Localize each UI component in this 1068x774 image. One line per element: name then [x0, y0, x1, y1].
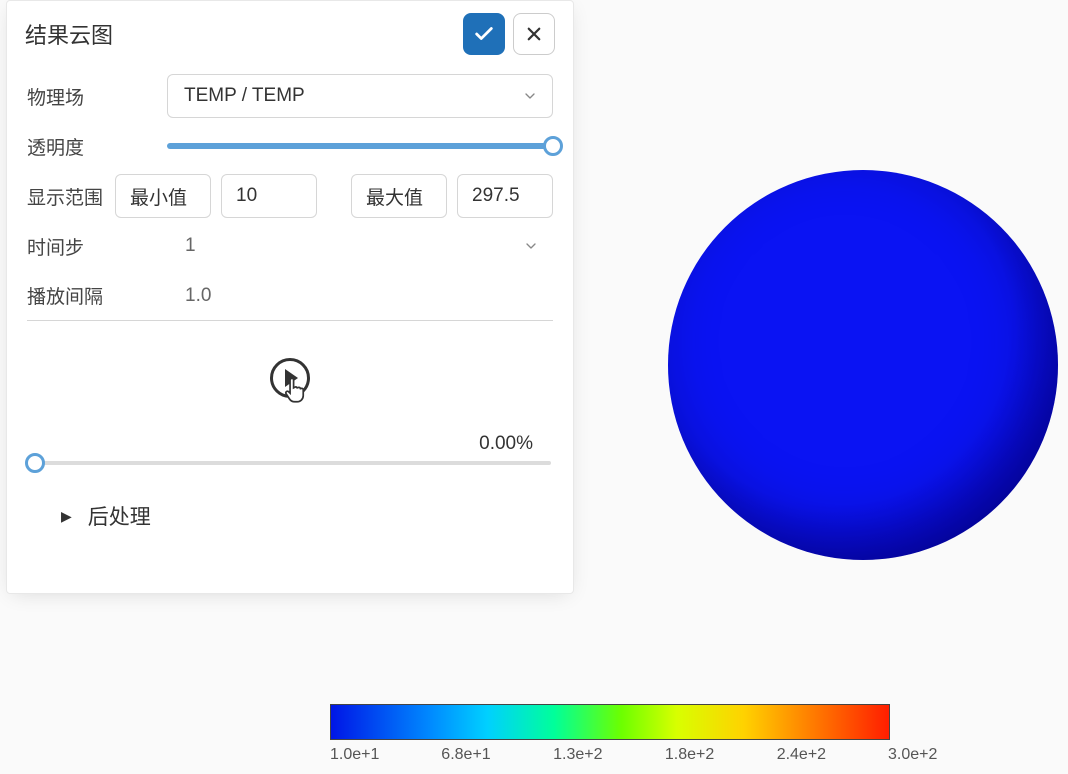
- check-icon: [473, 23, 495, 45]
- chevron-down-icon: [523, 238, 539, 254]
- field-select-value: TEMP / TEMP: [184, 85, 305, 107]
- interval-row: 播放间隔 1.0: [27, 271, 553, 321]
- field-row: 物理场 TEMP / TEMP: [27, 71, 553, 121]
- play-row: 0.00%: [27, 349, 553, 407]
- colorbar-tick: 1.3e+2: [553, 746, 554, 764]
- close-button[interactable]: [513, 13, 555, 55]
- postprocessing-tree-item[interactable]: ▶ 后处理: [27, 501, 553, 531]
- play-icon: [285, 369, 298, 387]
- max-value-input[interactable]: [457, 174, 553, 218]
- timestep-row: 时间步 1: [27, 221, 553, 271]
- colorbar-tick: 1.8e+2: [665, 746, 666, 764]
- range-label: 显示范围: [27, 183, 115, 210]
- transparency-label: 透明度: [27, 133, 167, 160]
- progress-percent: 0.00%: [479, 433, 533, 455]
- close-icon: [525, 25, 543, 43]
- max-label-box: 最大值: [351, 174, 447, 218]
- timestep-select[interactable]: 1: [167, 224, 553, 268]
- min-value-input[interactable]: [221, 174, 317, 218]
- colorbar-gradient: [330, 704, 890, 740]
- transparency-row: 透明度: [27, 121, 553, 171]
- panel-title: 结果云图: [25, 18, 455, 50]
- min-label-box: 最小值: [115, 174, 211, 218]
- interval-label: 播放间隔: [27, 282, 167, 309]
- interval-value[interactable]: 1.0: [167, 285, 553, 307]
- confirm-button[interactable]: [463, 13, 505, 55]
- colorbar-tick: 3.0e+2: [888, 746, 889, 764]
- caret-right-icon: ▶: [61, 508, 72, 525]
- colorbar-tick: 1.0e+1: [330, 746, 331, 764]
- colorbar-tick: 6.8e+1: [441, 746, 442, 764]
- transparency-slider-thumb[interactable]: [543, 136, 563, 156]
- result-viewer[interactable]: [590, 0, 1068, 644]
- result-sphere: [668, 170, 1058, 560]
- timestep-value: 1: [185, 235, 196, 257]
- transparency-slider[interactable]: [167, 143, 553, 149]
- chevron-down-icon: [522, 88, 538, 104]
- progress-slider[interactable]: [29, 461, 551, 465]
- max-value-field[interactable]: [472, 185, 538, 207]
- panel-header: 结果云图: [7, 1, 573, 61]
- field-select[interactable]: TEMP / TEMP: [167, 74, 553, 118]
- field-label: 物理场: [27, 83, 167, 110]
- min-value-field[interactable]: [236, 185, 302, 207]
- colorbar: 1.0e+1 6.8e+1 1.3e+2 1.8e+2 2.4e+2 3.0e+…: [330, 704, 890, 764]
- colorbar-ticks: 1.0e+1 6.8e+1 1.3e+2 1.8e+2 2.4e+2 3.0e+…: [330, 746, 890, 764]
- timestep-label: 时间步: [27, 233, 167, 260]
- range-row: 显示范围 最小值 最大值: [27, 171, 553, 221]
- play-button[interactable]: [270, 358, 310, 398]
- result-contour-panel: 结果云图 物理场 TEMP / TEMP: [6, 0, 574, 594]
- colorbar-tick: 2.4e+2: [777, 746, 778, 764]
- postprocessing-label: 后处理: [88, 501, 151, 531]
- progress-slider-thumb[interactable]: [25, 453, 45, 473]
